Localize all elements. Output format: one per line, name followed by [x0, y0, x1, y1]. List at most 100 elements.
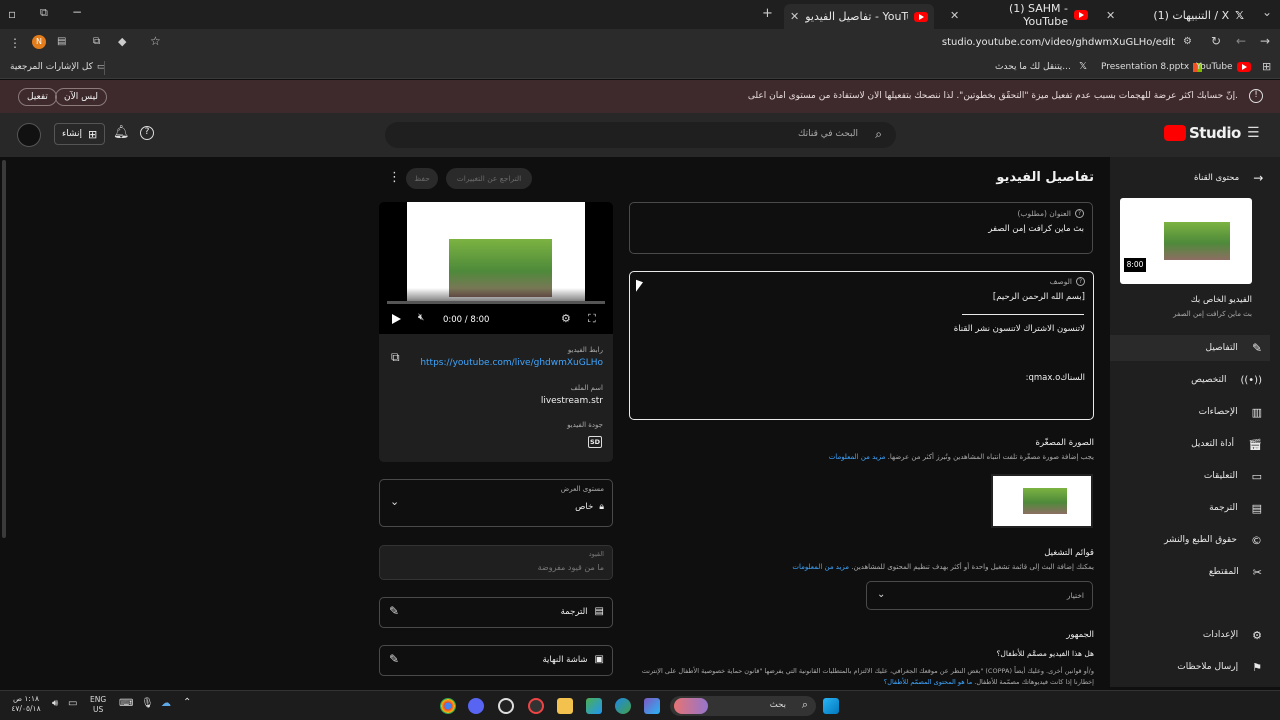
tab-actions-icon[interactable]: ⧉ — [40, 6, 48, 20]
new-tab-icon[interactable]: + — [762, 6, 773, 21]
learn-more-link[interactable]: مزيد من المعلومات — [792, 563, 849, 571]
minimize-icon[interactable]: − — [72, 5, 82, 19]
title-field[interactable]: العنوان (مطلوب) ? بث ماين كرافت إمن الصف… — [629, 202, 1093, 254]
progress-track[interactable] — [387, 301, 605, 304]
undo-changes-button[interactable]: التراجع عن التغييرات — [446, 168, 532, 189]
all-bookmarks[interactable]: كل الإشارات المرجعية ▭ — [10, 62, 105, 72]
tab-youtube-studio[interactable]: ✕ تفاصيل الفيديو - YouTube Studio — [784, 4, 934, 29]
x-bookmark-icon[interactable]: 𝕏 — [1079, 61, 1087, 72]
nav-clips[interactable]: المقتطع ✂ — [1110, 559, 1270, 585]
close-tab-icon[interactable]: ✕ — [1106, 9, 1115, 22]
help-icon[interactable]: ? — [1076, 277, 1085, 286]
network-tray-icon[interactable]: ▭ — [68, 698, 77, 709]
taskbar-search[interactable]: بحث ⌕ — [670, 696, 816, 716]
window-menu-icon[interactable]: ▫ — [8, 7, 16, 21]
back-icon[interactable]: → — [1260, 34, 1270, 48]
video-player[interactable]: 🔇︎ 0:00 / 8:00 ⚙ ⛶ — [379, 202, 613, 334]
tab-x[interactable]: ✕ (1) التنبيهات / X 𝕏 — [1100, 4, 1250, 26]
account-avatar[interactable] — [17, 123, 41, 147]
later-button[interactable]: ليس الآن — [55, 88, 108, 106]
forward-icon[interactable]: ← — [1236, 34, 1246, 48]
tab-youtube[interactable]: ✕ (1) SAHM - YouTube — [944, 2, 1094, 28]
store-icon[interactable] — [586, 698, 602, 714]
apps-grid-icon[interactable]: ⊞ — [1262, 60, 1271, 73]
edge-icon[interactable] — [615, 698, 631, 714]
copy-icon[interactable]: ⧉ — [391, 350, 400, 365]
menu-icon[interactable]: ⋮ — [9, 36, 21, 50]
thumbnail-option[interactable] — [991, 474, 1093, 528]
nav-comments[interactable]: التعليقات ▭ — [1110, 463, 1270, 489]
fullscreen-icon[interactable]: ⛶ — [588, 312, 596, 326]
chrome-icon[interactable] — [440, 698, 456, 714]
nav-subtitles[interactable]: الترجمة ▤ — [1110, 495, 1270, 521]
discord-icon[interactable] — [468, 698, 484, 714]
hamburger-menu-icon[interactable]: ☰ — [1247, 125, 1260, 141]
save-button[interactable]: حفظ — [406, 168, 438, 189]
close-tab-icon[interactable]: ✕ — [790, 10, 799, 23]
description-field[interactable]: الوصف ? [بسم الله الرحمن الرحيم] لاتنسون… — [629, 271, 1094, 420]
file-explorer-icon[interactable] — [557, 698, 573, 714]
nav-analytics[interactable]: الإحصاءات ▥ — [1110, 399, 1270, 425]
reload-icon[interactable]: ↻ — [1211, 34, 1221, 48]
onedrive-icon[interactable]: ☁ — [161, 698, 171, 709]
bookmark-x[interactable]: يتنقل لك ما يحدث... — [995, 62, 1071, 72]
keyboard-icon[interactable]: ⌨ — [119, 698, 133, 709]
extensions-icon[interactable]: ▤ — [57, 36, 66, 47]
bookmark-presentation[interactable]: Presentation 8.pptx — [1101, 62, 1203, 72]
play-icon[interactable] — [392, 314, 401, 324]
site-settings-icon[interactable]: ⚙ — [1183, 36, 1192, 47]
enable-button[interactable]: تفعيل — [18, 88, 57, 106]
nav-feedback[interactable]: إرسال ملاحظات ⚑ — [1110, 654, 1270, 680]
video-link-label: رابط الفيديو — [567, 346, 603, 354]
profile-avatar[interactable]: N — [32, 35, 46, 49]
bookmark-star-icon[interactable]: ☆ — [150, 34, 161, 48]
nav-label: إرسال ملاحظات — [1177, 662, 1239, 672]
channel-search[interactable]: ⌕ البحث في قناتك — [385, 122, 896, 148]
create-button[interactable]: إنشاء ⊞ — [54, 123, 106, 145]
bookmark-label: يتنقل لك ما يحدث... — [995, 62, 1071, 72]
close-tab-icon[interactable]: ✕ — [950, 9, 959, 22]
back-to-content[interactable]: محتوى القناة → — [1194, 171, 1263, 185]
edit-pencil-icon[interactable]: ✎ — [389, 652, 399, 666]
volume-tray-icon[interactable]: 🔊︎ — [52, 698, 58, 709]
notifications-bell-icon[interactable]: 🔔︎ — [113, 125, 130, 140]
settings-gear-icon[interactable]: ⚙ — [561, 312, 571, 325]
more-options-icon[interactable]: ⋮ — [388, 170, 401, 185]
time-display: 0:00 / 8:00 — [443, 315, 490, 325]
studio-logo[interactable]: Studio — [1164, 124, 1241, 142]
help-icon[interactable]: ? — [140, 126, 154, 140]
copilot-icon[interactable] — [644, 698, 660, 714]
nav-customization[interactable]: التخصيص ((•)) — [1110, 367, 1270, 393]
page-scrollbar[interactable] — [2, 160, 6, 538]
microphone-icon[interactable]: 🎙︎ — [141, 698, 154, 709]
playlist-select[interactable]: اختيار ⌄ — [866, 581, 1093, 610]
video-thumbnail[interactable]: 8:00 — [1120, 198, 1252, 284]
tab-search-icon[interactable]: ⌄ — [1262, 5, 1272, 19]
tray-chevron-icon[interactable]: ⌃ — [183, 697, 191, 708]
help-icon[interactable]: ? — [1075, 209, 1084, 218]
nav-label: حقوق الطبع والنشر — [1164, 535, 1237, 545]
windows-start-icon[interactable] — [823, 698, 839, 714]
endscreen-row[interactable]: شاشة النهاية ▣ ✎ — [379, 645, 613, 676]
subtitles-row[interactable]: الترجمة ▤ ✎ — [379, 597, 613, 628]
obs-icon[interactable] — [498, 698, 514, 714]
video-link[interactable]: https://youtube.com/live/ghdwmXuGLHo — [421, 358, 603, 368]
nav-editor[interactable]: أداة التعديل 🎬︎ — [1110, 431, 1270, 457]
url-text[interactable]: studio.youtube.com/video/ghdwmXuGLHo/edi… — [900, 37, 1175, 48]
nav-label: الترجمة — [1209, 503, 1238, 513]
kids-content-link[interactable]: ما هو المحتوى المصمّم للأطفال؟ — [884, 678, 972, 686]
bookmark-youtube[interactable]: YouTube — [1196, 62, 1251, 72]
visibility-select[interactable]: مستوى العرض خاص 🔒︎ ⌄ — [379, 479, 613, 527]
edit-pencil-icon[interactable]: ✎ — [389, 604, 399, 618]
volume-icon[interactable]: 🔇︎ — [418, 312, 424, 323]
clock[interactable]: ١:١٨ ص ٤٧/٠٥/١٨ — [10, 694, 42, 714]
share-icon[interactable]: ⧉ — [93, 36, 100, 47]
learn-more-link[interactable]: مزيد من المعلومات — [829, 453, 886, 461]
nav-settings[interactable]: الإعدادات ⚙ — [1110, 622, 1270, 648]
app-icon[interactable] — [528, 698, 544, 714]
nav-details[interactable]: التفاصيل ✎ — [1110, 335, 1270, 361]
translate-icon[interactable]: ◆ — [118, 35, 126, 48]
language-indicator[interactable]: ENG US — [90, 695, 106, 715]
nav-copyright[interactable]: حقوق الطبع والنشر © — [1110, 527, 1270, 553]
youtube-favicon-icon — [914, 11, 928, 22]
